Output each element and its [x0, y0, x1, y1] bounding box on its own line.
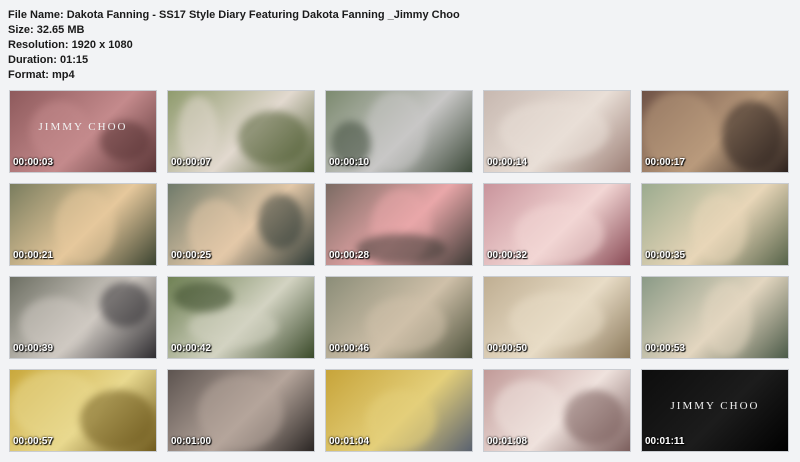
size-value: 32.65 MB [36, 24, 85, 36]
thumbnail-woman-pink-dress[interactable]: 00:00:28 [325, 183, 473, 266]
thumbnail-woman-standing-trees[interactable]: 00:00:53 [641, 276, 789, 359]
scene-shape [178, 96, 218, 166]
scene-shape [494, 380, 564, 440]
timestamp-label: 00:00:10 [329, 157, 370, 168]
timestamp-label: 00:00:46 [329, 343, 370, 354]
file-name-line: File Name: Dakota Fanning - SS17 Style D… [8, 8, 460, 23]
thumbnail-photographer-closeup[interactable]: 00:01:00 [167, 369, 315, 452]
scene-shape [173, 282, 233, 312]
timestamp-label: 00:00:53 [645, 343, 686, 354]
duration-label: Duration: [8, 54, 57, 66]
timestamp-label: 00:00:21 [13, 250, 54, 261]
format-label: Format: [8, 69, 49, 81]
thumbnail-brand-title-card[interactable]: JIMMY CHOO 00:00:03 [9, 90, 157, 173]
thumbnail-grid: JIMMY CHOO 00:00:03 00:00:07 00:00:10 00:00:… [9, 90, 791, 452]
thumbnail-sandals-on-rocks[interactable]: 00:00:39 [9, 276, 157, 359]
resolution-value: 1920 x 1080 [71, 39, 133, 51]
timestamp-label: 00:00:50 [487, 343, 528, 354]
timestamp-label: 00:01:08 [487, 436, 528, 447]
timestamp-label: 00:00:42 [171, 343, 212, 354]
scene-shape [722, 101, 782, 171]
thumbnail-woman-sunglasses-camera[interactable]: 00:00:25 [167, 183, 315, 266]
brand-logo: JIMMY CHOO [38, 121, 128, 133]
thumbnail-embellished-bag-pink[interactable]: 00:00:32 [483, 183, 631, 266]
scene-shape [499, 101, 609, 161]
size-line: Size: 32.65 MB [8, 23, 460, 38]
timestamp-label: 00:01:00 [171, 436, 212, 447]
scene-shape [238, 111, 308, 166]
file-name-value: Dakota Fanning - SS17 Style Diary Featur… [66, 9, 460, 21]
scene-shape [514, 204, 604, 264]
thumbnail-woman-on-yellow-leaves[interactable]: 00:01:04 [325, 369, 473, 452]
scene-shape [100, 282, 150, 327]
timestamp-label: 00:00:35 [645, 250, 686, 261]
format-value: mp4 [52, 69, 75, 81]
timestamp-label: 00:00:07 [171, 157, 212, 168]
resolution-label: Resolution: [8, 39, 69, 51]
scene-shape [80, 390, 155, 450]
scene-shape [692, 194, 747, 264]
timestamp-label: 00:00:14 [487, 157, 528, 168]
timestamp-label: 00:00:39 [13, 343, 54, 354]
thumbnail-woman-on-ladder-garden[interactable]: 00:00:10 [325, 90, 473, 173]
thumbnail-brand-end-card[interactable]: JIMMY CHOO 00:01:11 [641, 369, 789, 452]
thumbnail-shoe-closeup-garden[interactable]: 00:00:07 [167, 90, 315, 173]
scene-shape [366, 297, 446, 352]
thumbnail-stone-steps-garden[interactable]: 00:00:46 [325, 276, 473, 359]
thumbnail-crystal-clutch-closeup[interactable]: 00:00:50 [483, 276, 631, 359]
scene-shape [564, 390, 624, 445]
timestamp-label: 00:01:04 [329, 436, 370, 447]
brand-logo: JIMMY CHOO [670, 400, 760, 412]
scene-shape [366, 390, 436, 450]
scene-shape [702, 282, 752, 357]
scene-shape [366, 91, 426, 171]
thumbnail-portrait-blonde-woman[interactable]: 00:00:21 [9, 183, 157, 266]
timestamp-label: 00:00:25 [171, 250, 212, 261]
size-label: Size: [8, 24, 34, 36]
thumbnail-shoe-rack-display[interactable]: 00:00:17 [641, 90, 789, 173]
scene-shape [509, 292, 604, 347]
thumbnail-woman-reclining-garden[interactable]: 00:00:42 [167, 276, 315, 359]
timestamp-label: 00:00:03 [13, 157, 54, 168]
duration-value: 01:15 [59, 54, 89, 66]
timestamp-label: 00:00:57 [13, 436, 54, 447]
scene-shape [188, 307, 278, 347]
duration-line: Duration: 01:15 [8, 53, 460, 68]
timestamp-label: 00:00:32 [487, 250, 528, 261]
resolution-line: Resolution: 1920 x 1080 [8, 38, 460, 53]
scene-shape [258, 194, 303, 249]
thumbnail-pearl-handbag-closeup[interactable]: 00:00:14 [483, 90, 631, 173]
timestamp-label: 00:01:11 [645, 436, 685, 447]
timestamp-label: 00:00:28 [329, 250, 370, 261]
scene-shape [55, 189, 115, 264]
thumbnail-woman-sunglasses-garden[interactable]: 00:00:35 [641, 183, 789, 266]
timestamp-label: 00:00:17 [645, 157, 686, 168]
file-name-label: File Name: [8, 9, 64, 21]
format-line: Format: mp4 [8, 68, 460, 83]
thumbnail-soft-bokeh-flowers[interactable]: 00:01:08 [483, 369, 631, 452]
scene-shape [356, 234, 446, 264]
file-info-panel: File Name: Dakota Fanning - SS17 Style D… [8, 8, 460, 83]
thumbnail-yellow-tree-blossoms[interactable]: 00:00:57 [9, 369, 157, 452]
